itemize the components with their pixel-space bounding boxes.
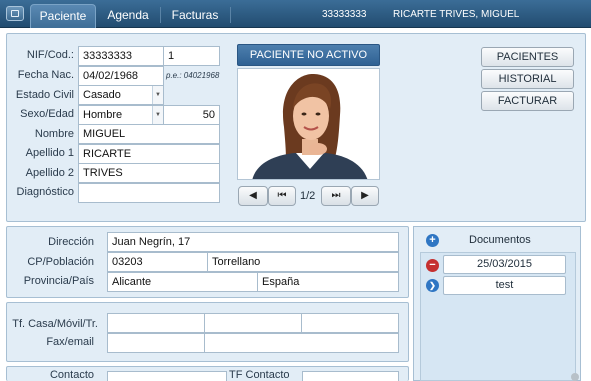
fax-email-label: Fax/email <box>46 336 94 348</box>
patient-name: RICARTE TRIVES, MIGUEL <box>393 9 520 20</box>
facturar-button[interactable]: FACTURAR <box>481 91 574 111</box>
tf-movil-field[interactable] <box>204 313 302 333</box>
remove-document-icon[interactable]: − <box>426 259 439 272</box>
diagnostico-label: Diagnóstico <box>16 186 74 198</box>
tab-agenda[interactable]: Agenda <box>100 4 156 28</box>
tab-separator <box>160 7 161 23</box>
document-item[interactable]: test <box>443 276 566 295</box>
tf-contacto-label: TF Contacto <box>229 370 290 381</box>
last-photo-button[interactable]: ⏭ <box>321 186 351 206</box>
scroll-handle[interactable] <box>571 373 579 381</box>
patient-code: 33333333 <box>322 9 367 20</box>
skip-forward-icon: ⏭ <box>331 190 341 201</box>
poblacion-field[interactable]: Torrellano <box>207 252 399 272</box>
provincia-pais-label: Provincia/País <box>23 275 94 287</box>
pacientes-button[interactable]: PACIENTES <box>481 47 574 67</box>
tab-separator <box>230 7 231 23</box>
fecha-nac-label: Fecha Nac. <box>17 69 74 81</box>
photo-counter: 1/2 <box>300 190 316 202</box>
add-document-icon[interactable]: + <box>426 234 439 247</box>
contacto-label: Contacto <box>49 370 94 381</box>
diagnostico-field[interactable] <box>78 183 220 203</box>
cp-poblacion-label: CP/Población <box>27 256 94 268</box>
play-left-icon: ◀ <box>249 190 257 201</box>
tab-facturas[interactable]: Facturas <box>164 4 226 28</box>
documents-title: Documentos <box>469 234 531 246</box>
top-tab-bar: Paciente Agenda Facturas 33333333 RICART… <box>0 0 591 28</box>
cod-field[interactable]: 1 <box>163 46 220 66</box>
prev-photo-button[interactable]: ◀ <box>238 186 268 206</box>
fax-field[interactable] <box>107 333 205 353</box>
tf-casa-field[interactable] <box>107 313 205 333</box>
apellido1-label: Apellido 1 <box>25 147 74 159</box>
apellido2-label: Apellido 2 <box>25 167 74 179</box>
cp-field[interactable]: 03203 <box>107 252 208 272</box>
nif-label: NIF/Cod.: <box>26 49 74 61</box>
play-right-icon: ▶ <box>361 190 369 201</box>
home-icon[interactable] <box>6 6 24 21</box>
nif-field[interactable]: 33333333 <box>78 46 164 66</box>
historial-button[interactable]: HISTORIAL <box>481 69 574 89</box>
next-photo-button[interactable]: ▶ <box>351 186 379 206</box>
open-document-icon[interactable]: ❯ <box>426 279 439 292</box>
tf-contacto-field[interactable] <box>302 371 399 381</box>
nombre-field[interactable]: MIGUEL <box>78 124 220 144</box>
chevron-down-icon[interactable]: ▼ <box>152 106 163 124</box>
fecha-hint: p.e.: 04021968 <box>166 71 220 80</box>
tf-trabajo-field[interactable] <box>301 313 399 333</box>
patient-photo-image <box>238 69 379 179</box>
estado-civil-label: Estado Civil <box>15 89 74 101</box>
sexo-edad-label: Sexo/Edad <box>20 108 74 120</box>
email-field[interactable] <box>204 333 399 353</box>
estado-civil-value: Casado <box>83 89 121 101</box>
apellido1-field[interactable]: RICARTE <box>78 144 220 164</box>
pais-field[interactable]: España <box>257 272 399 292</box>
telefonos-label: Tf. Casa/Móvil/Tr. <box>12 318 98 330</box>
direccion-field[interactable]: Juan Negrín, 17 <box>107 232 399 252</box>
document-item[interactable]: 25/03/2015 <box>443 255 566 274</box>
patient-photo <box>237 68 380 180</box>
sexo-value: Hombre <box>83 109 123 121</box>
skip-back-icon: ⏮ <box>277 190 287 201</box>
apellido2-field[interactable]: TRIVES <box>78 163 220 183</box>
provincia-field[interactable]: Alicante <box>107 272 258 292</box>
contacto-field[interactable] <box>107 371 227 381</box>
first-photo-button[interactable]: ⏮ <box>268 186 296 206</box>
paciente-no-activo-button[interactable]: PACIENTE NO ACTIVO <box>237 44 380 66</box>
fecha-nac-field[interactable]: 04/02/1968 <box>78 66 164 86</box>
edad-field[interactable]: 50 <box>163 105 220 125</box>
nombre-label: Nombre <box>34 128 74 140</box>
direccion-label: Dirección <box>48 236 94 248</box>
chevron-down-icon[interactable]: ▼ <box>152 86 163 104</box>
estado-civil-select[interactable]: Casado ▼ <box>78 85 164 105</box>
tab-paciente[interactable]: Paciente <box>30 4 96 28</box>
sexo-select[interactable]: Hombre ▼ <box>78 105 164 125</box>
